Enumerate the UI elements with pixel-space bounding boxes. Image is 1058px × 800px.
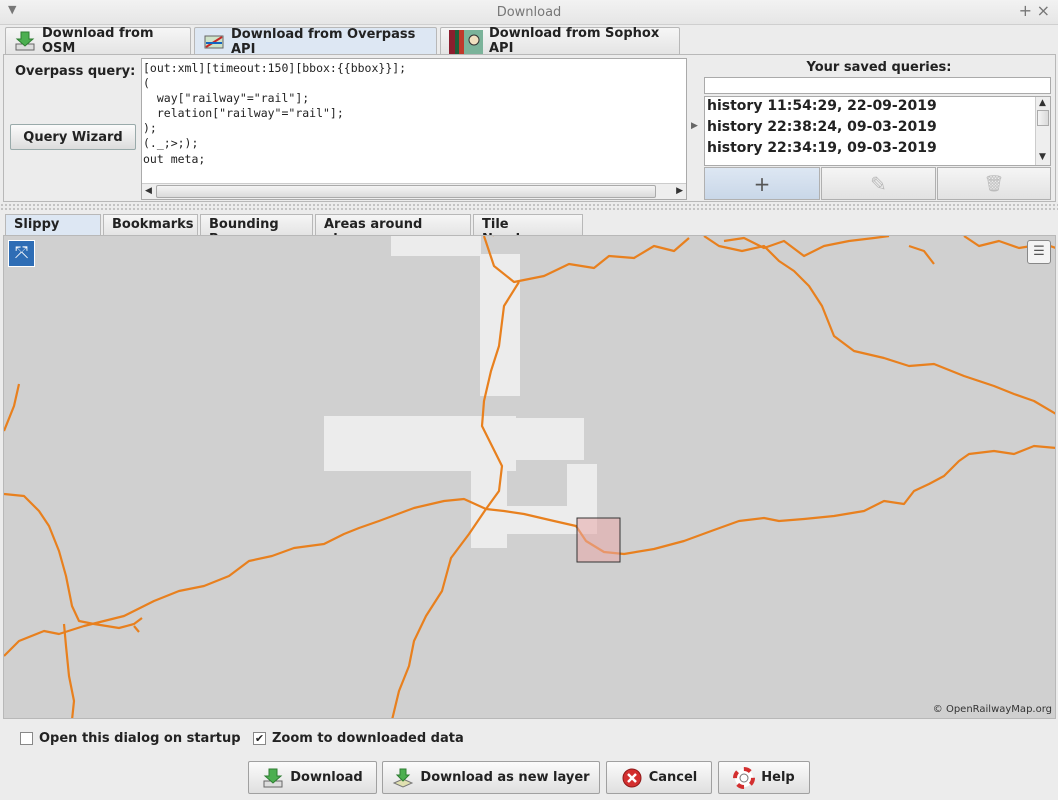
query-line[interactable]: (._;>;); [143, 136, 406, 151]
list-item[interactable]: history 11:54:29, 22-09-2019 [707, 98, 937, 114]
scroll-right-icon[interactable]: ▶ [676, 186, 683, 196]
download-dialog: ▼ Download + × Download from OSM Downloa… [0, 0, 1058, 800]
tab-download-overpass[interactable]: Download from Overpass API [194, 26, 437, 57]
scroll-down-icon[interactable]: ▼ [1039, 152, 1046, 162]
download-new-layer-button[interactable]: Download as new layer [382, 761, 600, 794]
download-layer-icon [392, 767, 414, 789]
map-canvas[interactable] [4, 236, 1056, 719]
button-label: Download [290, 770, 363, 785]
overpass-panel: Overpass query: Query Wizard [out:xml][t… [3, 54, 1056, 202]
overpass-query-label: Overpass query: [15, 64, 136, 79]
tab-label: Download from Sophox API [489, 26, 660, 56]
cancel-icon [621, 767, 643, 789]
railway-lines [4, 236, 1055, 718]
tab-label: Download from Overpass API [231, 26, 416, 57]
add-icon: + [753, 171, 771, 196]
checkbox-box[interactable]: ✔ [253, 732, 266, 745]
selection-box[interactable] [576, 517, 621, 563]
tab-slippy-map[interactable]: Slippy map [5, 214, 101, 247]
help-button[interactable]: Help [718, 761, 810, 794]
query-line[interactable]: ); [143, 121, 406, 136]
checkbox-label: Open this dialog on startup [39, 731, 241, 746]
tab-areas-around-places[interactable]: Areas around places [315, 214, 471, 247]
delete-icon: 🗑 [983, 174, 1005, 193]
cancel-button[interactable]: Cancel [606, 761, 712, 794]
query-wizard-button[interactable]: Query Wizard [10, 124, 136, 150]
window-title: Download [496, 5, 562, 20]
title-bar: ▼ Download + × [0, 0, 1058, 25]
list-item[interactable]: history 22:38:24, 09-03-2019 [707, 119, 937, 135]
button-label: Cancel [648, 770, 698, 785]
checkbox-box[interactable] [20, 732, 33, 745]
fullscreen-icon[interactable]: ⤧ [8, 240, 35, 267]
help-icon [733, 766, 756, 789]
saved-queries-list[interactable]: history 11:54:29, 22-09-2019 history 22:… [704, 96, 1051, 166]
horizontal-scrollbar[interactable]: ◀ ▶ [142, 183, 686, 199]
edit-icon: ✎ [870, 171, 887, 196]
query-editor[interactable]: [out:xml][timeout:150][bbox:{{bbox}}];( … [141, 58, 687, 200]
tab-download-osm[interactable]: Download from OSM [5, 26, 191, 56]
sophox-icon [449, 30, 483, 54]
checkbox-label: Zoom to downloaded data [272, 731, 464, 746]
vertical-scrollbar[interactable]: ▲ ▼ [1035, 97, 1050, 165]
button-label: Download as new layer [420, 770, 590, 785]
slippy-map[interactable]: ⤧ ☰ © OpenRailwayMap.org [3, 235, 1056, 719]
tab-bookmarks[interactable]: Bookmarks [103, 214, 198, 235]
query-line[interactable]: relation["railway"="rail"]; [143, 106, 406, 121]
maximize-icon[interactable]: + [1019, 1, 1032, 20]
list-item[interactable]: history 22:34:19, 09-03-2019 [707, 140, 937, 156]
button-label: Help [761, 770, 795, 785]
saved-queries-title: Your saved queries: [806, 60, 952, 75]
download-button[interactable]: Download [248, 761, 377, 794]
splitter[interactable] [0, 203, 1058, 211]
delete-query-button[interactable]: 🗑 [937, 167, 1051, 200]
layer-switcher-icon[interactable]: ☰ [1027, 240, 1051, 264]
saved-queries-filter[interactable] [704, 77, 1051, 94]
tab-label: Download from OSM [42, 26, 154, 56]
tab-download-sophox[interactable]: Download from Sophox API [440, 26, 680, 56]
scroll-left-icon[interactable]: ◀ [145, 186, 152, 196]
query-line[interactable]: ( [143, 76, 406, 91]
zoom-to-data-checkbox[interactable]: ✔ Zoom to downloaded data [253, 731, 464, 746]
scroll-thumb[interactable] [1037, 110, 1049, 126]
scroll-up-icon[interactable]: ▲ [1039, 98, 1046, 108]
scroll-thumb[interactable] [156, 185, 656, 198]
map-attribution[interactable]: © OpenRailwayMap.org [933, 704, 1052, 715]
close-icon[interactable]: × [1037, 1, 1050, 20]
query-line[interactable]: way["railway"="rail"]; [143, 91, 406, 106]
query-line[interactable]: [out:xml][timeout:150][bbox:{{bbox}}]; [143, 61, 406, 76]
map-tiles [324, 236, 597, 548]
open-on-startup-checkbox[interactable]: Open this dialog on startup [20, 731, 241, 746]
query-line[interactable]: out meta; [143, 152, 406, 167]
tab-tile-numbers[interactable]: Tile Numbers [473, 214, 583, 247]
tab-bounding-box[interactable]: Bounding Box [200, 214, 313, 247]
edit-query-button[interactable]: ✎ [821, 167, 936, 200]
download-icon [262, 767, 284, 789]
query-text[interactable]: [out:xml][timeout:150][bbox:{{bbox}}];( … [143, 61, 406, 167]
splitter-arrow-icon[interactable]: ▶ [691, 121, 698, 131]
overpass-icon [203, 31, 225, 53]
download-osm-icon [14, 30, 36, 52]
add-query-button[interactable]: + [704, 167, 820, 200]
